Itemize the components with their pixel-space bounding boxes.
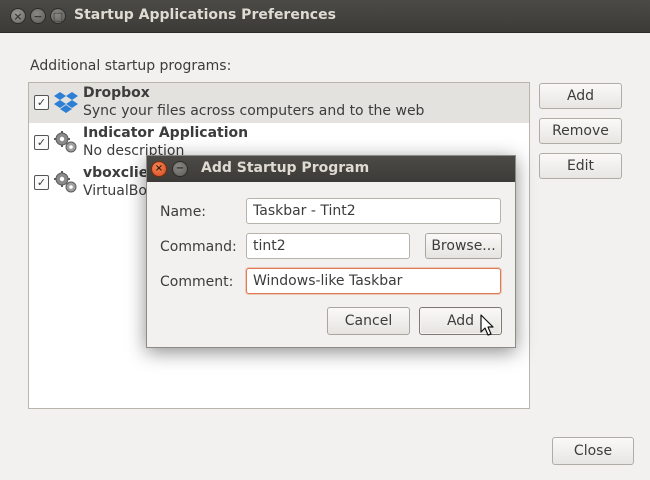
dialog-title: Add Startup Program — [201, 160, 370, 176]
checkbox-indicator-application[interactable]: ✓ — [34, 135, 49, 150]
close-icon: × — [154, 163, 164, 174]
close-button[interactable]: Close — [552, 437, 634, 465]
program-description: Sync your files across computers and to … — [83, 103, 425, 119]
mouse-pointer-icon — [480, 314, 494, 336]
window-title: Startup Applications Preferences — [74, 7, 336, 23]
checkbox-vboxclient[interactable]: ✓ — [34, 175, 49, 190]
dropbox-icon — [54, 92, 78, 113]
command-label: Command: — [160, 239, 237, 255]
maximize-icon: □ — [52, 9, 64, 23]
minimize-icon: − — [175, 163, 185, 174]
close-icon: × — [13, 9, 23, 23]
comment-field[interactable] — [246, 268, 501, 294]
gears-icon — [54, 171, 77, 193]
dialog-close-button[interactable]: × — [151, 161, 167, 177]
name-label: Name: — [160, 204, 207, 220]
checkbox-dropbox[interactable]: ✓ — [34, 95, 49, 110]
window-minimize-button[interactable]: − — [30, 8, 46, 24]
window-titlebar[interactable]: × − □ Startup Applications Preferences — [0, 0, 650, 33]
edit-button[interactable]: Edit — [539, 153, 622, 179]
cancel-button[interactable]: Cancel — [327, 307, 410, 335]
name-field[interactable] — [246, 198, 501, 224]
program-description: VirtualBox — [83, 183, 155, 199]
window-close-button[interactable]: × — [10, 8, 26, 24]
program-name: Dropbox — [83, 85, 150, 101]
startup-programs-label: Additional startup programs: — [30, 58, 232, 74]
minimize-icon: − — [33, 9, 43, 23]
command-field[interactable] — [246, 233, 410, 259]
comment-label: Comment: — [160, 274, 234, 290]
remove-button[interactable]: Remove — [539, 118, 622, 144]
browse-button[interactable]: Browse... — [425, 233, 502, 259]
window-maximize-button[interactable]: □ — [50, 8, 66, 24]
dialog-titlebar[interactable]: × − Add Startup Program — [147, 156, 515, 182]
program-name: Indicator Application — [83, 125, 249, 141]
gears-icon — [54, 131, 77, 153]
add-button[interactable]: Add — [539, 83, 622, 109]
dialog-minimize-button[interactable]: − — [172, 161, 188, 177]
add-startup-program-dialog[interactable]: × − Add Startup Program Name: Command: B… — [146, 155, 516, 348]
list-item-dropbox[interactable]: ✓ Dropbox Sync your files across compute… — [29, 83, 529, 123]
